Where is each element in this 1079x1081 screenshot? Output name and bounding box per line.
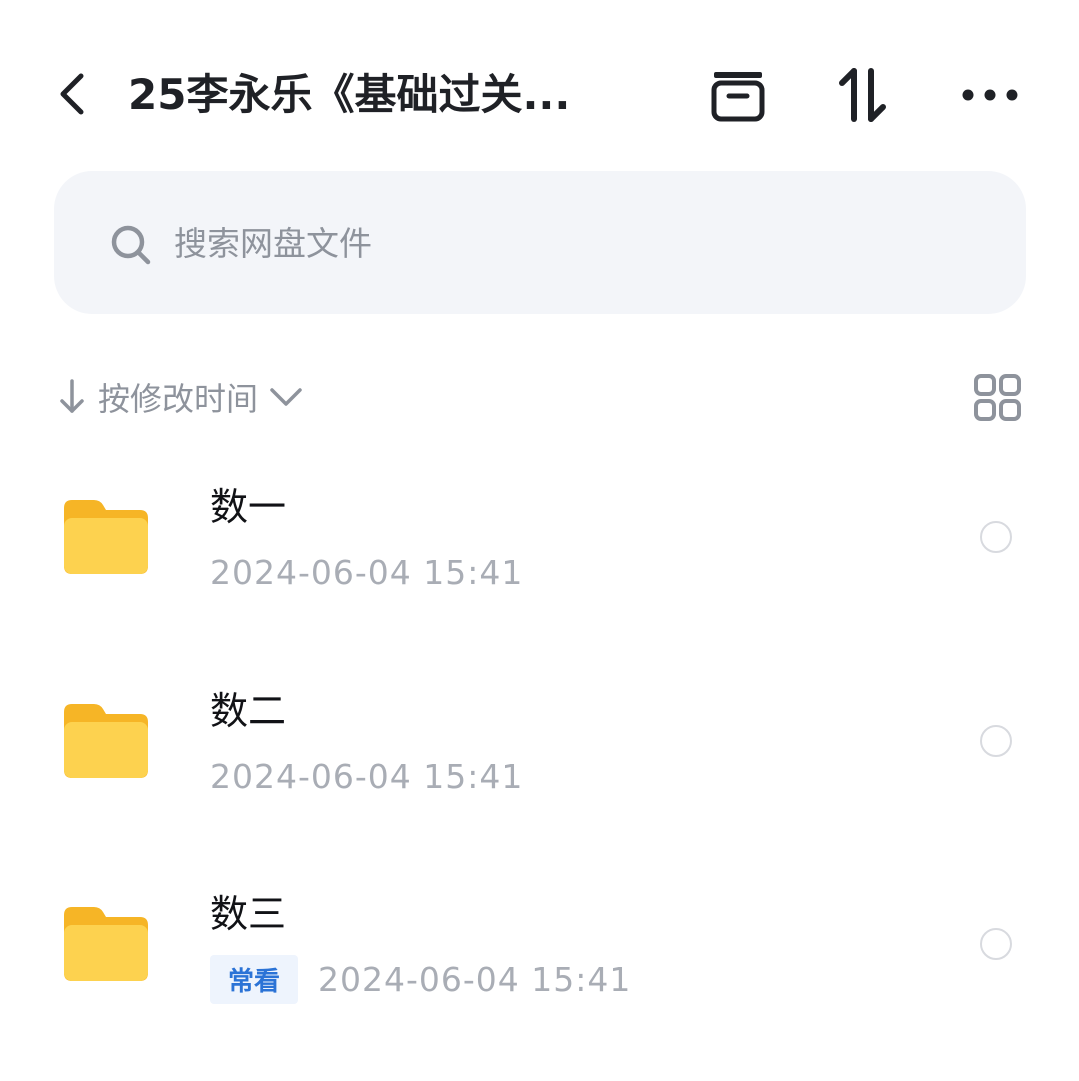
- archive-button[interactable]: [703, 60, 773, 130]
- file-name: 数三: [210, 892, 287, 936]
- sort-toggle-icon: [839, 68, 886, 122]
- file-date: 2024-06-04 15:41: [210, 756, 524, 796]
- select-checkbox[interactable]: [980, 521, 1012, 553]
- frequent-tag: 常看: [210, 954, 299, 1004]
- file-meta: 2024-06-04 15:41: [210, 751, 523, 801]
- search-icon: [111, 225, 151, 265]
- file-name: 数一: [210, 485, 287, 529]
- file-date: 2024-06-04 15:41: [210, 552, 524, 592]
- sort-label: 按修改时间: [98, 380, 259, 418]
- file-row[interactable]: 数二 2024-06-04 15:41: [0, 644, 1079, 844]
- sort-toggle-button[interactable]: [828, 60, 898, 130]
- back-arrow-icon: [60, 73, 84, 115]
- more-button[interactable]: [955, 60, 1025, 130]
- select-checkbox[interactable]: [980, 725, 1012, 757]
- file-meta: 2024-06-04 15:41: [210, 547, 523, 597]
- file-meta: 常看 2024-06-04 15:41: [210, 954, 631, 1004]
- grid-view-icon: [974, 374, 1021, 421]
- file-date: 2024-06-04 15:41: [318, 959, 632, 999]
- file-name: 数二: [210, 689, 287, 733]
- back-button[interactable]: [44, 62, 100, 126]
- select-checkbox[interactable]: [980, 928, 1012, 960]
- folder-icon: [64, 500, 148, 574]
- chevron-down-icon: [270, 388, 302, 406]
- sort-selector[interactable]: 按修改时间: [58, 372, 304, 422]
- grid-view-button[interactable]: [972, 372, 1024, 424]
- search-input[interactable]: [174, 213, 874, 273]
- folder-icon: [64, 704, 148, 778]
- file-row[interactable]: 数三 常看 2024-06-04 15:41: [0, 847, 1079, 1047]
- file-row[interactable]: 数一 2024-06-04 15:41: [0, 440, 1079, 640]
- page-title: 25李永乐《基础过关...: [128, 70, 571, 119]
- archive-icon: [711, 72, 765, 122]
- arrow-down-icon: [60, 379, 84, 413]
- more-icon: [962, 89, 1018, 101]
- folder-icon: [64, 907, 148, 981]
